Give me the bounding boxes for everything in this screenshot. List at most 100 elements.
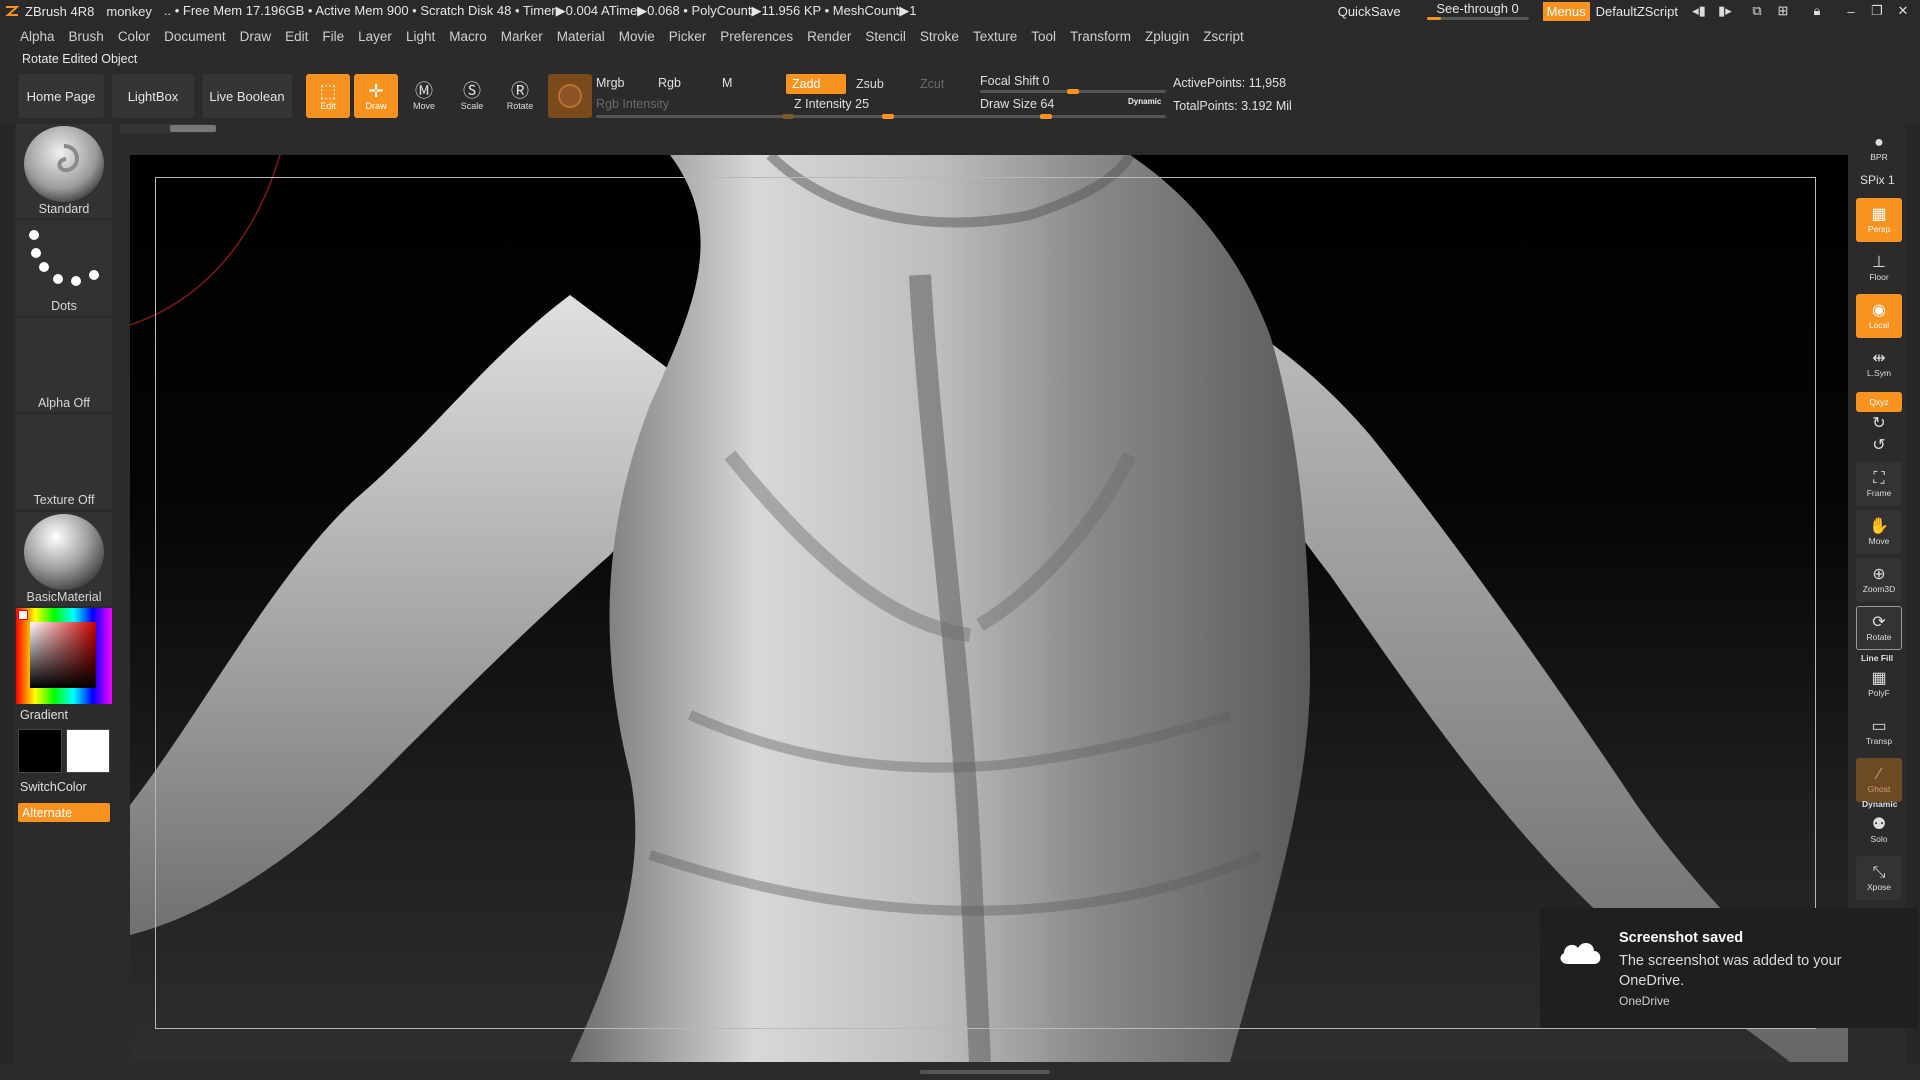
floor-button[interactable]: ⊥ Floor: [1856, 246, 1902, 290]
menu-color[interactable]: Color: [111, 29, 157, 44]
rgb-intensity-slider[interactable]: Rgb Intensity: [596, 97, 669, 111]
menu-stroke[interactable]: Stroke: [913, 29, 966, 44]
layout-icon[interactable]: ⧉: [1744, 0, 1770, 22]
bpr-button[interactable]: ● BPR: [1856, 126, 1902, 170]
menu-draw[interactable]: Draw: [233, 29, 279, 44]
menu-material[interactable]: Material: [550, 29, 612, 44]
restore-icon[interactable]: ❐: [1864, 0, 1890, 22]
color-square[interactable]: [30, 622, 96, 688]
color-picker[interactable]: [16, 608, 112, 704]
menus-toggle-button[interactable]: Menus: [1542, 1, 1590, 21]
solo-button[interactable]: ⚉ Solo: [1856, 808, 1902, 852]
forward-icon[interactable]: ▮▸: [1712, 0, 1738, 22]
edit-mode-button[interactable]: ⬚ Edit: [306, 74, 350, 118]
live-boolean-button[interactable]: Live Boolean: [202, 74, 292, 118]
menu-light[interactable]: Light: [399, 29, 442, 44]
see-through-slider[interactable]: See-through 0: [1423, 0, 1533, 22]
main-color-swatch[interactable]: [18, 729, 62, 773]
z-intensity-track[interactable]: [794, 114, 984, 119]
menu-zplugin[interactable]: Zplugin: [1138, 29, 1196, 44]
dock-icon[interactable]: ⊞: [1770, 0, 1796, 22]
close-icon[interactable]: ✕: [1890, 0, 1916, 22]
menu-alpha[interactable]: Alpha: [0, 29, 62, 44]
menu-document[interactable]: Document: [157, 29, 233, 44]
mrgb-button[interactable]: Mrgb: [596, 76, 624, 90]
onedrive-notification[interactable]: Screenshot saved The screenshot was adde…: [1540, 908, 1918, 1028]
back-icon[interactable]: ◂▮: [1686, 0, 1712, 22]
material-selector[interactable]: BasicMaterial: [16, 512, 112, 606]
alpha-selector[interactable]: Alpha Off: [16, 318, 112, 412]
z-rotation-button[interactable]: ↺: [1856, 436, 1902, 456]
material-color-button[interactable]: [548, 74, 592, 118]
menu-brush[interactable]: Brush: [62, 29, 111, 44]
menu-texture[interactable]: Texture: [966, 29, 1024, 44]
local-button[interactable]: ◉ Local: [1856, 294, 1902, 338]
default-zscript-button[interactable]: DefaultZScript: [1594, 4, 1686, 19]
alternate-button[interactable]: Alternate: [18, 803, 110, 822]
shelf-scroll-thumb[interactable]: [170, 125, 216, 132]
zcut-button[interactable]: Zcut: [914, 74, 974, 94]
rotate-view-button[interactable]: ⟳ Rotate: [1856, 606, 1902, 650]
menu-preferences[interactable]: Preferences: [713, 29, 800, 44]
bottom-tray-handle[interactable]: [920, 1070, 1050, 1074]
menu-movie[interactable]: Movie: [612, 29, 662, 44]
switchcolor-button[interactable]: SwitchColor: [20, 780, 87, 794]
lock-icon[interactable]: 🔒︎: [1804, 0, 1830, 22]
menu-layer[interactable]: Layer: [351, 29, 399, 44]
texture-selector[interactable]: Texture Off: [16, 415, 112, 509]
brush-selector[interactable]: Standard: [16, 124, 112, 218]
y-rotation-button[interactable]: ↻: [1856, 414, 1902, 434]
dynamic-size-toggle[interactable]: Dynamic: [1128, 97, 1161, 106]
draw-size-slider[interactable]: Draw Size 64: [980, 97, 1054, 111]
transp-button[interactable]: ▭ Transp: [1856, 710, 1902, 754]
ghost-button[interactable]: ⁄ Ghost: [1856, 758, 1902, 802]
zadd-button[interactable]: Zadd: [786, 74, 846, 94]
polyf-button[interactable]: ▦ PolyF: [1856, 662, 1902, 706]
menu-macro[interactable]: Macro: [442, 29, 494, 44]
notification-message: The screenshot was added to your OneDriv…: [1619, 953, 1842, 989]
spix-slider[interactable]: SPix 1: [1860, 173, 1895, 187]
draw-size-track[interactable]: [980, 114, 1166, 119]
menu-stencil[interactable]: Stencil: [858, 29, 913, 44]
secondary-color-swatch[interactable]: [66, 729, 110, 773]
menu-edit[interactable]: Edit: [278, 29, 315, 44]
lightbox-button[interactable]: LightBox: [112, 74, 194, 118]
home-page-button[interactable]: Home Page: [18, 74, 104, 118]
menu-picker[interactable]: Picker: [662, 29, 714, 44]
menu-tool[interactable]: Tool: [1024, 29, 1063, 44]
menu-file[interactable]: File: [315, 29, 351, 44]
shelf-scrollbar[interactable]: [120, 124, 216, 133]
xyz-label: Qxyz: [1869, 397, 1889, 407]
gradient-label[interactable]: Gradient: [20, 708, 68, 722]
quicksave-button[interactable]: QuickSave: [1330, 4, 1409, 19]
focal-shift-slider[interactable]: Focal Shift 0: [980, 74, 1049, 88]
top-toolbar: Home Page LightBox Live Boolean ⬚ Edit ✛ D…: [16, 72, 1906, 122]
left-tray-edge[interactable]: [0, 124, 14, 1064]
move-icon: Ⓜ: [415, 81, 433, 101]
move-view-button[interactable]: ✋ Move: [1856, 510, 1902, 554]
rgb-intensity-track[interactable]: [596, 114, 796, 119]
draw-mode-button[interactable]: ✛ Draw: [354, 74, 398, 118]
menu-marker[interactable]: Marker: [494, 29, 550, 44]
move-mode-button[interactable]: Ⓜ Move: [402, 74, 446, 118]
stroke-selector[interactable]: Dots: [16, 221, 112, 315]
m-button[interactable]: M: [722, 76, 732, 90]
xyz-rotation-button[interactable]: Qxyz: [1856, 392, 1902, 412]
persp-button[interactable]: ▦ Persp: [1856, 198, 1902, 242]
menu-render[interactable]: Render: [800, 29, 858, 44]
scale-mode-button[interactable]: Ⓢ Scale: [450, 74, 494, 118]
polyf-label: PolyF: [1868, 688, 1890, 698]
menu-transform[interactable]: Transform: [1063, 29, 1138, 44]
rotate-mode-button[interactable]: Ⓡ Rotate: [498, 74, 542, 118]
zoom3d-button[interactable]: ⊕ Zoom3D: [1856, 558, 1902, 602]
focal-shift-track[interactable]: [980, 89, 1166, 94]
menu-zscript[interactable]: Zscript: [1196, 29, 1251, 44]
xpose-button[interactable]: ⤡ Xpose: [1856, 856, 1902, 900]
minimize-icon[interactable]: –: [1838, 0, 1864, 22]
zsub-button[interactable]: Zsub: [850, 74, 910, 94]
texture-label: Texture Off: [33, 493, 95, 507]
lsym-button[interactable]: ⇹ L.Sym: [1856, 342, 1902, 386]
frame-button[interactable]: ⛶ Frame: [1856, 462, 1902, 506]
z-intensity-slider[interactable]: Z Intensity 25: [794, 97, 869, 111]
rgb-button[interactable]: Rgb: [658, 76, 681, 90]
